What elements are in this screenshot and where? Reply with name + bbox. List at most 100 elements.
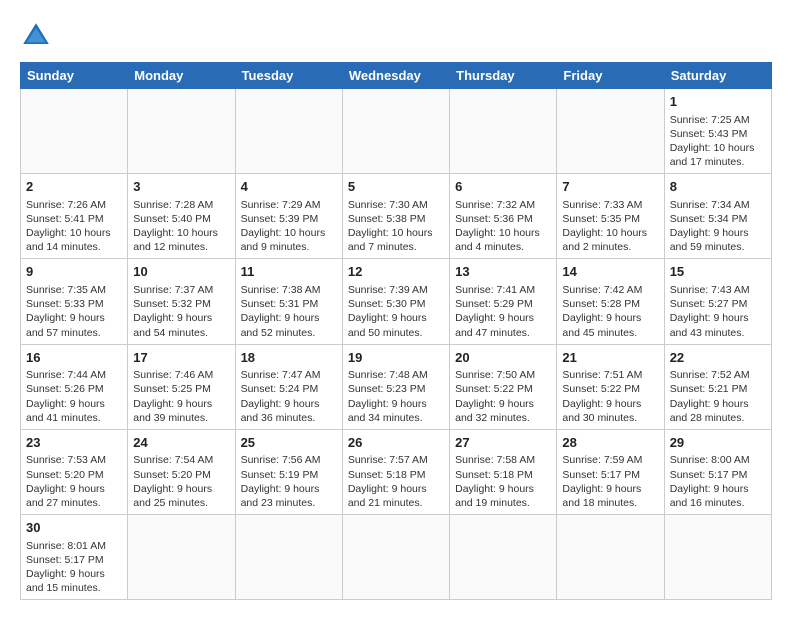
calendar-cell: 20Sunrise: 7:50 AM Sunset: 5:22 PM Dayli… — [450, 344, 557, 429]
cell-content: Sunrise: 7:41 AM Sunset: 5:29 PM Dayligh… — [455, 283, 551, 340]
day-number: 26 — [348, 434, 444, 452]
day-number: 27 — [455, 434, 551, 452]
calendar-cell: 19Sunrise: 7:48 AM Sunset: 5:23 PM Dayli… — [342, 344, 449, 429]
day-number: 8 — [670, 178, 766, 196]
calendar-cell: 14Sunrise: 7:42 AM Sunset: 5:28 PM Dayli… — [557, 259, 664, 344]
calendar-cell — [557, 515, 664, 600]
calendar-cell: 18Sunrise: 7:47 AM Sunset: 5:24 PM Dayli… — [235, 344, 342, 429]
day-number: 24 — [133, 434, 229, 452]
day-number: 9 — [26, 263, 122, 281]
calendar-cell: 26Sunrise: 7:57 AM Sunset: 5:18 PM Dayli… — [342, 429, 449, 514]
calendar-cell: 17Sunrise: 7:46 AM Sunset: 5:25 PM Dayli… — [128, 344, 235, 429]
cell-content: Sunrise: 8:00 AM Sunset: 5:17 PM Dayligh… — [670, 453, 766, 510]
day-number: 30 — [26, 519, 122, 537]
cell-content: Sunrise: 7:51 AM Sunset: 5:22 PM Dayligh… — [562, 368, 658, 425]
calendar-cell: 6 Sunrise: 7:32 AM Sunset: 5:36 PM Daylig… — [450, 174, 557, 259]
calendar-table: SundayMondayTuesdayWednesdayThursdayFrid… — [20, 62, 772, 600]
calendar-cell: 11Sunrise: 7:38 AM Sunset: 5:31 PM Dayli… — [235, 259, 342, 344]
day-number: 1 — [670, 93, 766, 111]
cell-content: Sunrise: 7:32 AM Sunset: 5:36 PM Dayligh… — [455, 198, 551, 255]
logo-icon — [20, 20, 52, 52]
cell-content: Sunrise: 7:48 AM Sunset: 5:23 PM Dayligh… — [348, 368, 444, 425]
day-number: 7 — [562, 178, 658, 196]
calendar-cell — [128, 515, 235, 600]
cell-content: Sunrise: 8:01 AM Sunset: 5:17 PM Dayligh… — [26, 539, 122, 596]
cell-content: Sunrise: 7:38 AM Sunset: 5:31 PM Dayligh… — [241, 283, 337, 340]
day-number: 13 — [455, 263, 551, 281]
column-header-monday: Monday — [128, 63, 235, 89]
calendar-cell: 27Sunrise: 7:58 AM Sunset: 5:18 PM Dayli… — [450, 429, 557, 514]
cell-content: Sunrise: 7:52 AM Sunset: 5:21 PM Dayligh… — [670, 368, 766, 425]
day-number: 23 — [26, 434, 122, 452]
day-number: 18 — [241, 349, 337, 367]
day-number: 19 — [348, 349, 444, 367]
calendar-cell: 21Sunrise: 7:51 AM Sunset: 5:22 PM Dayli… — [557, 344, 664, 429]
calendar-cell: 3Sunrise: 7:28 AM Sunset: 5:40 PM Daylig… — [128, 174, 235, 259]
calendar-cell — [664, 515, 771, 600]
calendar-cell — [235, 515, 342, 600]
day-number: 29 — [670, 434, 766, 452]
calendar-cell: 1Sunrise: 7:25 AM Sunset: 5:43 PM Daylig… — [664, 89, 771, 174]
day-number: 2 — [26, 178, 122, 196]
cell-content: Sunrise: 7:34 AM Sunset: 5:34 PM Dayligh… — [670, 198, 766, 255]
day-number: 20 — [455, 349, 551, 367]
calendar-week-row: 1Sunrise: 7:25 AM Sunset: 5:43 PM Daylig… — [21, 89, 772, 174]
column-header-sunday: Sunday — [21, 63, 128, 89]
calendar-cell: 10 Sunrise: 7:37 AM Sunset: 5:32 PM Dayli… — [128, 259, 235, 344]
cell-content: Sunrise: 7:50 AM Sunset: 5:22 PM Dayligh… — [455, 368, 551, 425]
cell-content: Sunrise: 7:59 AM Sunset: 5:17 PM Dayligh… — [562, 453, 658, 510]
calendar-week-row: 23Sunrise: 7:53 AM Sunset: 5:20 PM Dayli… — [21, 429, 772, 514]
cell-content: Sunrise: 7:56 AM Sunset: 5:19 PM Dayligh… — [241, 453, 337, 510]
calendar-cell: 30 Sunrise: 8:01 AM Sunset: 5:17 PM Dayli… — [21, 515, 128, 600]
column-header-thursday: Thursday — [450, 63, 557, 89]
calendar-cell: 29Sunrise: 8:00 AM Sunset: 5:17 PM Dayli… — [664, 429, 771, 514]
cell-content: Sunrise: 7:28 AM Sunset: 5:40 PM Dayligh… — [133, 198, 229, 255]
cell-content: Sunrise: 7:47 AM Sunset: 5:24 PM Dayligh… — [241, 368, 337, 425]
calendar-cell: 12Sunrise: 7:39 AM Sunset: 5:30 PM Dayli… — [342, 259, 449, 344]
cell-content: Sunrise: 7:37 AM Sunset: 5:32 PM Dayligh… — [133, 283, 229, 340]
calendar-week-row: 30 Sunrise: 8:01 AM Sunset: 5:17 PM Dayli… — [21, 515, 772, 600]
calendar-header-row: SundayMondayTuesdayWednesdayThursdayFrid… — [21, 63, 772, 89]
cell-content: Sunrise: 7:46 AM Sunset: 5:25 PM Dayligh… — [133, 368, 229, 425]
day-number: 22 — [670, 349, 766, 367]
column-header-saturday: Saturday — [664, 63, 771, 89]
day-number: 17 — [133, 349, 229, 367]
column-header-wednesday: Wednesday — [342, 63, 449, 89]
cell-content: Sunrise: 7:57 AM Sunset: 5:18 PM Dayligh… — [348, 453, 444, 510]
calendar-cell — [235, 89, 342, 174]
calendar-cell: 9 Sunrise: 7:35 AM Sunset: 5:33 PM Daylig… — [21, 259, 128, 344]
cell-content: Sunrise: 7:58 AM Sunset: 5:18 PM Dayligh… — [455, 453, 551, 510]
cell-content: Sunrise: 7:53 AM Sunset: 5:20 PM Dayligh… — [26, 453, 122, 510]
calendar-cell: 2Sunrise: 7:26 AM Sunset: 5:41 PM Daylig… — [21, 174, 128, 259]
calendar-cell: 28Sunrise: 7:59 AM Sunset: 5:17 PM Dayli… — [557, 429, 664, 514]
cell-content: Sunrise: 7:39 AM Sunset: 5:30 PM Dayligh… — [348, 283, 444, 340]
day-number: 15 — [670, 263, 766, 281]
day-number: 21 — [562, 349, 658, 367]
calendar-cell — [128, 89, 235, 174]
day-number: 6 — [455, 178, 551, 196]
calendar-cell: 22Sunrise: 7:52 AM Sunset: 5:21 PM Dayli… — [664, 344, 771, 429]
calendar-cell: 23Sunrise: 7:53 AM Sunset: 5:20 PM Dayli… — [21, 429, 128, 514]
calendar-cell: 13 Sunrise: 7:41 AM Sunset: 5:29 PM Dayli… — [450, 259, 557, 344]
day-number: 16 — [26, 349, 122, 367]
cell-content: Sunrise: 7:44 AM Sunset: 5:26 PM Dayligh… — [26, 368, 122, 425]
calendar-cell: 16Sunrise: 7:44 AM Sunset: 5:26 PM Dayli… — [21, 344, 128, 429]
cell-content: Sunrise: 7:33 AM Sunset: 5:35 PM Dayligh… — [562, 198, 658, 255]
day-number: 4 — [241, 178, 337, 196]
calendar-cell: 24Sunrise: 7:54 AM Sunset: 5:20 PM Dayli… — [128, 429, 235, 514]
column-header-friday: Friday — [557, 63, 664, 89]
cell-content: Sunrise: 7:43 AM Sunset: 5:27 PM Dayligh… — [670, 283, 766, 340]
calendar-cell: 25Sunrise: 7:56 AM Sunset: 5:19 PM Dayli… — [235, 429, 342, 514]
cell-content: Sunrise: 7:29 AM Sunset: 5:39 PM Dayligh… — [241, 198, 337, 255]
calendar-week-row: 9 Sunrise: 7:35 AM Sunset: 5:33 PM Daylig… — [21, 259, 772, 344]
column-header-tuesday: Tuesday — [235, 63, 342, 89]
logo — [20, 20, 56, 52]
page-header — [20, 20, 772, 52]
calendar-cell — [450, 515, 557, 600]
calendar-cell: 5Sunrise: 7:30 AM Sunset: 5:38 PM Daylig… — [342, 174, 449, 259]
day-number: 25 — [241, 434, 337, 452]
cell-content: Sunrise: 7:35 AM Sunset: 5:33 PM Dayligh… — [26, 283, 122, 340]
cell-content: Sunrise: 7:54 AM Sunset: 5:20 PM Dayligh… — [133, 453, 229, 510]
calendar-cell: 8 Sunrise: 7:34 AM Sunset: 5:34 PM Daylig… — [664, 174, 771, 259]
day-number: 10 — [133, 263, 229, 281]
